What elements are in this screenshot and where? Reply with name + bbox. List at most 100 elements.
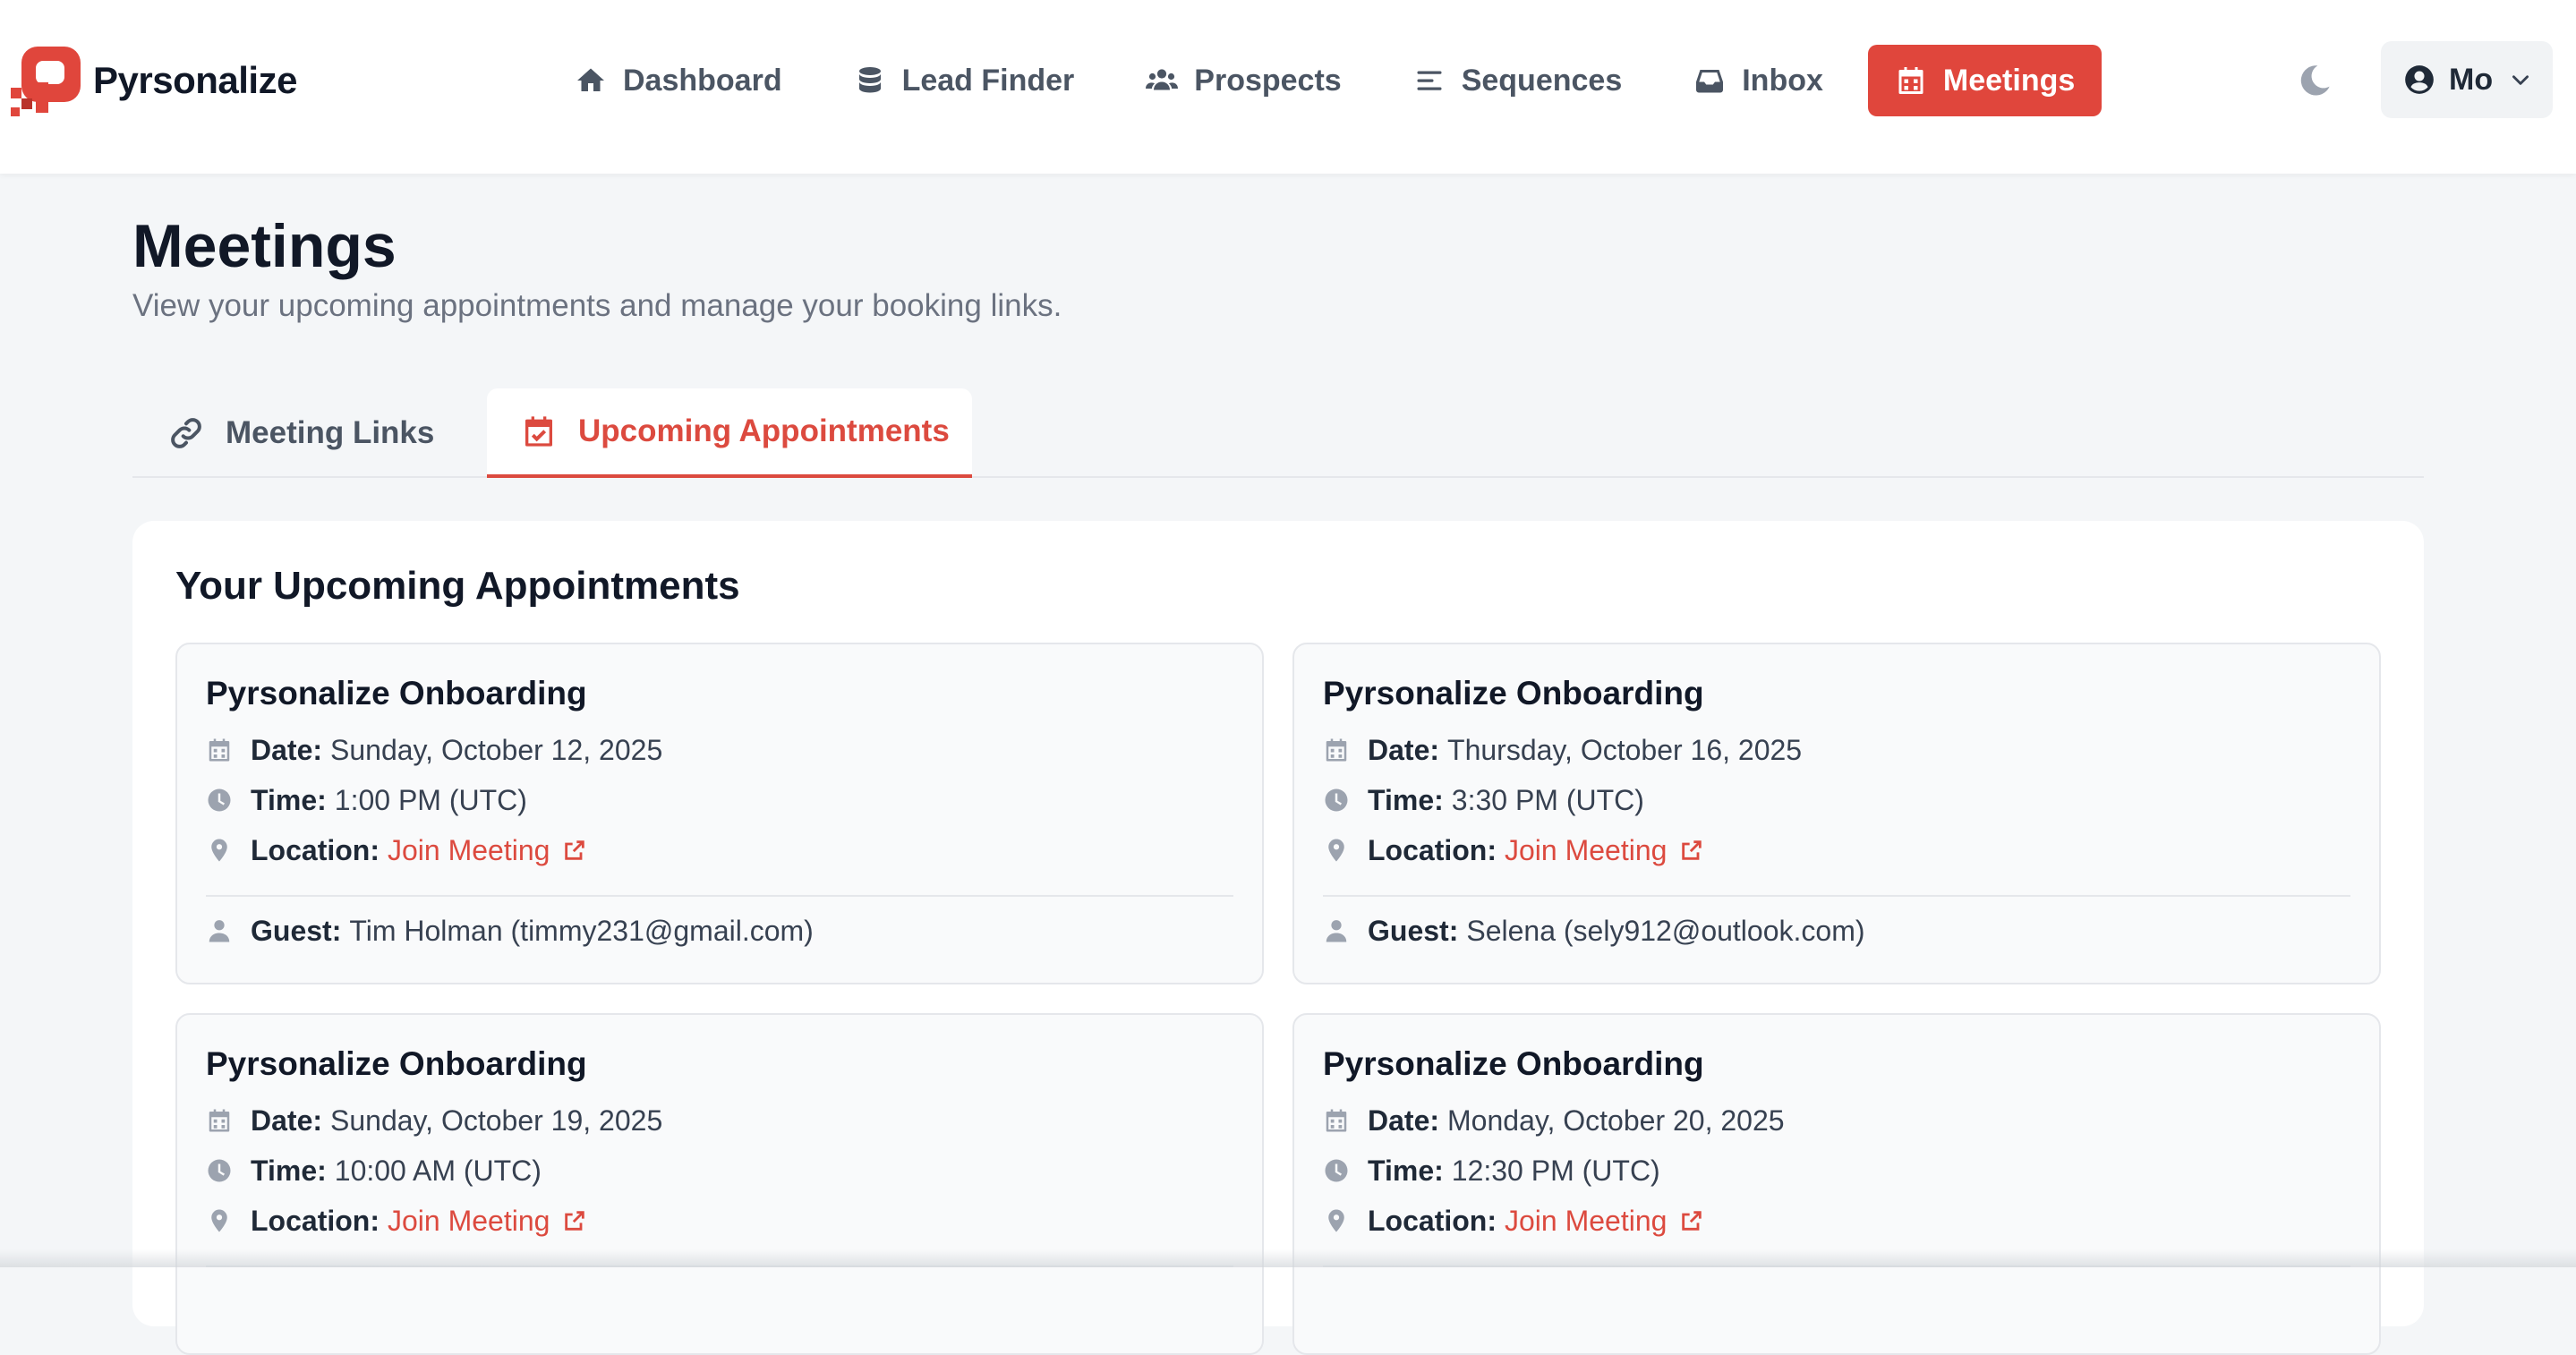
appointment-time-row: Time: 3:30 PM (UTC) (1323, 780, 1644, 820)
inbox-icon (1696, 70, 1724, 93)
card-divider (1323, 895, 2350, 897)
tab-upcoming-appointments-label: Upcoming Appointments (578, 413, 950, 448)
nav-prospects-label: Prospects (1194, 63, 1342, 98)
calendar-icon (209, 1109, 230, 1132)
appointment-time-row: Time: 10:00 AM (UTC) (206, 1151, 542, 1190)
appointment-date: Sunday, October 12, 2025 (330, 733, 663, 766)
database-icon (858, 67, 881, 93)
appointment-title: Pyrsonalize Onboarding (206, 1045, 587, 1082)
date-label: Date: (1368, 733, 1440, 766)
appointment-time: 1:00 PM (UTC) (334, 783, 527, 816)
appointment-card: Pyrsonalize Onboarding Date: Thursday, O… (1292, 643, 2381, 984)
external-link-icon[interactable] (562, 1208, 587, 1233)
nav-lead-finder-label: Lead Finder (901, 63, 1075, 98)
nav-sequences[interactable]: Sequences (1386, 45, 1650, 116)
chevron-down-icon (2512, 75, 2529, 85)
join-meeting-link[interactable]: Join Meeting (1505, 1205, 1667, 1238)
scroll-fade (0, 1249, 2576, 1267)
main-nav: Dashboard Lead Finder Prospects Sequence… (548, 43, 2120, 118)
appointment-time-row: Time: 12:30 PM (UTC) (1323, 1151, 1660, 1190)
top-navbar: Pyrsonalize Dashboard Lead Finder Prospe… (0, 0, 2576, 174)
users-icon (1146, 69, 1179, 90)
appointment-guest: Tim Holman (timmy231@gmail.com) (349, 914, 814, 947)
guest-label: Guest: (251, 914, 342, 947)
nav-dashboard-label: Dashboard (623, 63, 782, 98)
calendar-icon (1326, 738, 1347, 762)
nav-inbox-label: Inbox (1742, 63, 1823, 98)
brand-logo[interactable]: Pyrsonalize (9, 43, 297, 118)
map-pin-icon (211, 839, 227, 862)
appointment-time: 10:00 AM (UTC) (334, 1154, 542, 1187)
date-label: Date: (251, 1104, 323, 1137)
appointment-title: Pyrsonalize Onboarding (1323, 1045, 1704, 1082)
appointment-card: Pyrsonalize Onboarding Date: Sunday, Oct… (175, 643, 1264, 984)
appointment-title: Pyrsonalize Onboarding (1323, 675, 1704, 712)
nav-sequences-label: Sequences (1461, 63, 1623, 98)
appointment-date: Thursday, October 16, 2025 (1447, 733, 1803, 766)
pyrsonalize-logo-icon (9, 43, 84, 118)
user-name: Mo (2449, 62, 2494, 97)
nav-lead-finder[interactable]: Lead Finder (827, 45, 1102, 116)
appointment-date-row: Date: Thursday, October 16, 2025 (1323, 730, 1802, 770)
appointment-location-row: Location: Join Meeting (206, 831, 587, 870)
appointment-time: 3:30 PM (UTC) (1451, 783, 1644, 816)
map-pin-icon (211, 1209, 227, 1232)
clock-icon (1325, 788, 1348, 812)
external-link-icon[interactable] (562, 838, 587, 863)
external-link-icon[interactable] (1679, 1208, 1704, 1233)
appointment-title: Pyrsonalize Onboarding (206, 675, 587, 712)
tab-upcoming-appointments[interactable]: Upcoming Appointments (487, 388, 972, 478)
location-label: Location: (1368, 833, 1497, 866)
tab-meeting-links[interactable]: Meeting Links (132, 388, 455, 478)
appointment-time-row: Time: 1:00 PM (UTC) (206, 780, 527, 820)
user-avatar-icon (2402, 63, 2436, 97)
card-divider (206, 895, 1233, 897)
clock-icon (1325, 1159, 1348, 1182)
page-subtitle: View your upcoming appointments and mana… (132, 288, 1062, 323)
time-label: Time: (251, 783, 327, 816)
guest-label: Guest: (1368, 914, 1459, 947)
clock-icon (208, 788, 231, 812)
calendar-check-icon (525, 416, 552, 447)
brand-name: Pyrsonalize (93, 59, 297, 101)
theme-toggle[interactable] (2297, 63, 2333, 98)
link-icon (171, 418, 201, 448)
join-meeting-link[interactable]: Join Meeting (388, 834, 550, 867)
meetings-tabs: Meeting Links Upcoming Appointments (132, 388, 2424, 478)
calendar-icon (209, 738, 230, 762)
appointment-guest-row: Guest: Tim Holman (timmy231@gmail.com) (206, 911, 814, 950)
map-pin-icon (1328, 1209, 1344, 1232)
appointment-guest: Selena (sely912@outlook.com) (1466, 914, 1865, 947)
location-label: Location: (251, 833, 380, 866)
moon-icon (2300, 65, 2330, 96)
nav-meetings-label: Meetings (1942, 63, 2076, 98)
date-label: Date: (1368, 1104, 1440, 1137)
list-icon (1417, 71, 1442, 90)
tab-meeting-links-label: Meeting Links (226, 415, 435, 450)
appointment-date-row: Date: Monday, October 20, 2025 (1323, 1101, 1785, 1140)
appointment-guest-row: Guest: Selena (sely912@outlook.com) (1323, 911, 1865, 950)
external-link-icon[interactable] (1679, 838, 1704, 863)
location-label: Location: (251, 1204, 380, 1237)
appointments-panel: Your Upcoming Appointments Pyrsonalize O… (132, 521, 2424, 1355)
time-label: Time: (1368, 1154, 1444, 1187)
location-label: Location: (1368, 1204, 1497, 1237)
appointment-card: Pyrsonalize Onboarding Date: Sunday, Oct… (175, 1013, 1264, 1355)
home-icon (577, 68, 604, 91)
user-menu[interactable]: Mo (2381, 41, 2553, 118)
nav-dashboard[interactable]: Dashboard (548, 45, 809, 116)
appointment-date-row: Date: Sunday, October 12, 2025 (206, 730, 662, 770)
nav-prospects[interactable]: Prospects (1119, 45, 1368, 116)
nav-meetings[interactable]: Meetings (1867, 45, 2103, 116)
user-icon (1326, 920, 1347, 942)
join-meeting-link[interactable]: Join Meeting (1505, 834, 1667, 867)
panel-title: Your Upcoming Appointments (175, 564, 740, 608)
appointment-date: Sunday, October 19, 2025 (330, 1104, 663, 1137)
map-pin-icon (1328, 839, 1344, 862)
date-label: Date: (251, 733, 323, 766)
nav-inbox[interactable]: Inbox (1667, 45, 1850, 116)
join-meeting-link[interactable]: Join Meeting (388, 1205, 550, 1238)
calendar-icon (1898, 67, 1923, 94)
time-label: Time: (251, 1154, 327, 1187)
appointment-location-row: Location: Join Meeting (206, 1201, 587, 1240)
